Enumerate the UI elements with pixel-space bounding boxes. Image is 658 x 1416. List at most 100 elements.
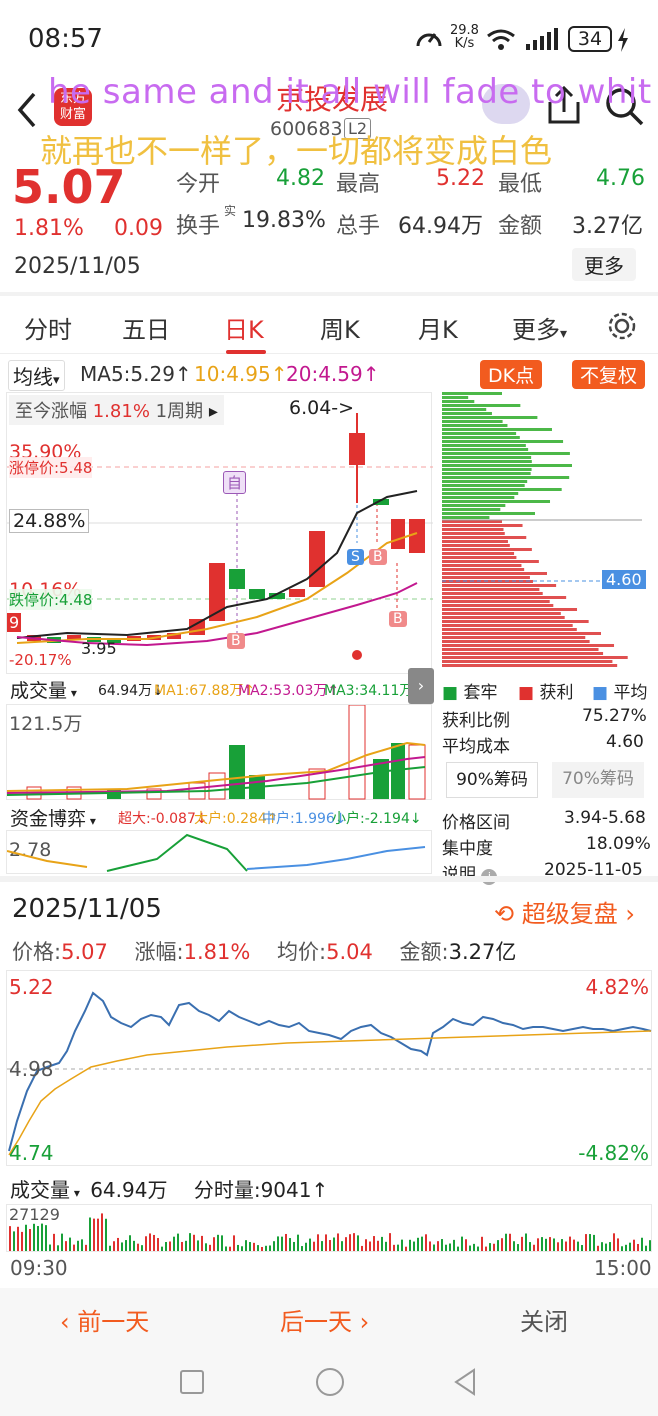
tick-volume-bar xyxy=(637,1243,639,1251)
tick-volume-bar xyxy=(53,1233,55,1251)
chip-bar xyxy=(442,432,517,435)
tick-volume-bar xyxy=(461,1236,463,1251)
tick-volume-bar xyxy=(157,1238,159,1251)
self-mark-badge[interactable]: 自 xyxy=(223,471,247,494)
chip-bar xyxy=(442,440,564,443)
intraday-date: 2025/11/05 xyxy=(12,894,162,924)
chip-distribution[interactable]: 4.60 xyxy=(442,392,646,670)
tab-weekly-k[interactable]: 周K xyxy=(320,310,360,345)
price-range-value: 3.94-5.68 xyxy=(564,808,646,828)
tick-volume-bar xyxy=(61,1233,63,1251)
chip-bar xyxy=(442,456,532,459)
volume-select[interactable]: 成交量 ▾ xyxy=(10,676,77,703)
profit-ratio-label: 获利比例 xyxy=(442,711,510,731)
chip-bar xyxy=(442,404,521,407)
concentration-value: 18.09% xyxy=(586,834,651,854)
settings-gear-icon[interactable] xyxy=(606,310,638,342)
tick-volume-bar xyxy=(433,1244,435,1251)
candle xyxy=(409,519,425,553)
sell-mark-badge[interactable]: S xyxy=(347,549,364,565)
no-adjust-button[interactable]: 不复权 xyxy=(572,360,646,389)
legend-avg: ■ 平均 xyxy=(592,683,648,703)
intraday-volume-select[interactable]: 成交量 ▾ xyxy=(10,1178,80,1202)
since-gain-box[interactable]: 至今涨幅 1.81% 1周期 ▸ xyxy=(9,395,224,425)
recents-icon[interactable] xyxy=(180,1370,204,1394)
tick-volume-bar xyxy=(489,1243,491,1251)
chip-bar xyxy=(442,424,508,427)
next-day-button[interactable]: 后一天 › xyxy=(280,1302,369,1337)
tick-volume-bar xyxy=(457,1246,459,1251)
tick-volume-bar xyxy=(557,1242,559,1251)
tab-monthly-k[interactable]: 月K xyxy=(418,310,458,345)
chip-bar xyxy=(442,460,532,463)
tick-volume-bar xyxy=(225,1246,227,1251)
tick-volume-bar xyxy=(9,1226,11,1251)
tick-volume-bar xyxy=(137,1243,139,1251)
buy-mark-badge[interactable]: B xyxy=(389,611,407,627)
tick-volume-bar xyxy=(477,1246,479,1251)
chip-bar xyxy=(442,636,586,639)
volume-bar xyxy=(408,744,426,800)
ma-select[interactable]: 均线▾ xyxy=(8,360,65,391)
tick-volume-bar xyxy=(69,1237,71,1251)
buy-mark-badge[interactable]: B xyxy=(227,633,245,649)
fund-flow-select[interactable]: 资金博弈 ▾ xyxy=(10,804,96,831)
chip-bar xyxy=(442,564,522,567)
turnover-sup: 实 xyxy=(224,204,237,218)
tick-volume-bar xyxy=(413,1241,415,1251)
back-triangle-icon[interactable] xyxy=(452,1368,478,1396)
intraday-chart[interactable]: 5.22 4.98 4.74 4.82% -4.82% xyxy=(6,970,653,1166)
prev-day-button[interactable]: ‹ 前一天 xyxy=(60,1302,149,1337)
dk-point-button[interactable]: DK点 xyxy=(480,360,543,389)
tab-chip-90[interactable]: 90%筹码 xyxy=(446,762,538,798)
tick-volume-bar xyxy=(81,1239,83,1251)
volume-value: 64.94万 xyxy=(398,214,483,239)
tick-volume-bar xyxy=(613,1233,615,1251)
pct-bottom-label: -20.17% xyxy=(9,651,72,669)
chip-bar xyxy=(442,604,554,607)
clock: 08:57 xyxy=(28,24,103,54)
tab-five-day[interactable]: 五日 xyxy=(122,310,170,345)
tab-chip-70[interactable]: 70%筹码 xyxy=(552,762,644,798)
close-button[interactable]: 关闭 xyxy=(520,1302,568,1337)
chip-bar xyxy=(442,516,490,519)
tick-volume-bar xyxy=(281,1236,283,1251)
tick-volume-bar xyxy=(625,1244,627,1251)
chip-bar xyxy=(442,664,618,667)
tick-volume-bar xyxy=(485,1246,487,1251)
tab-daily-k[interactable]: 日K xyxy=(224,310,264,345)
wifi-icon xyxy=(487,29,515,50)
tick-volume-bar xyxy=(605,1243,607,1251)
tick-volume-bar xyxy=(109,1245,111,1251)
chip-bar xyxy=(442,464,572,467)
chevron-left-icon: ‹ xyxy=(60,1308,70,1336)
kline-chart[interactable]: 至今涨幅 1.81% 1周期 ▸ 6.04-> 35.90% 涨停价:5.48 … xyxy=(6,392,433,674)
tick-volume-bar xyxy=(541,1237,543,1251)
chip-bar xyxy=(442,552,515,555)
tab-minute[interactable]: 分时 xyxy=(24,310,72,345)
y-mid-label: 4.98 xyxy=(9,1057,54,1081)
tick-volume-bar xyxy=(181,1241,183,1251)
more-button[interactable]: 更多 xyxy=(572,248,636,281)
chip-bar xyxy=(442,572,547,575)
chip-bar xyxy=(442,484,525,487)
expand-arrow-icon[interactable]: › xyxy=(408,668,434,704)
tab-more[interactable]: 更多▾ xyxy=(512,310,567,345)
tick-volume-bar xyxy=(197,1240,199,1251)
back-icon[interactable] xyxy=(14,90,38,130)
tick-volume-bar xyxy=(117,1237,119,1251)
chip-bar xyxy=(442,596,567,599)
profit-ratio-value: 75.27% xyxy=(582,706,647,726)
tick-volume-bar xyxy=(365,1239,367,1251)
chip-bar xyxy=(442,648,599,651)
super-replay-button[interactable]: ⟲ 超级复盘 › xyxy=(494,894,635,929)
chip-bar xyxy=(442,568,525,571)
buy-mark-badge[interactable]: B xyxy=(369,549,387,565)
tick-volume-bar xyxy=(133,1240,135,1251)
home-icon[interactable] xyxy=(316,1368,344,1396)
limit-down-label: 跌停价:4.48 xyxy=(9,589,93,610)
fund-svg xyxy=(7,833,426,872)
tick-volume-bar xyxy=(317,1234,319,1251)
tick-volume-bar xyxy=(209,1244,211,1251)
tick-volume-bar xyxy=(253,1242,255,1251)
